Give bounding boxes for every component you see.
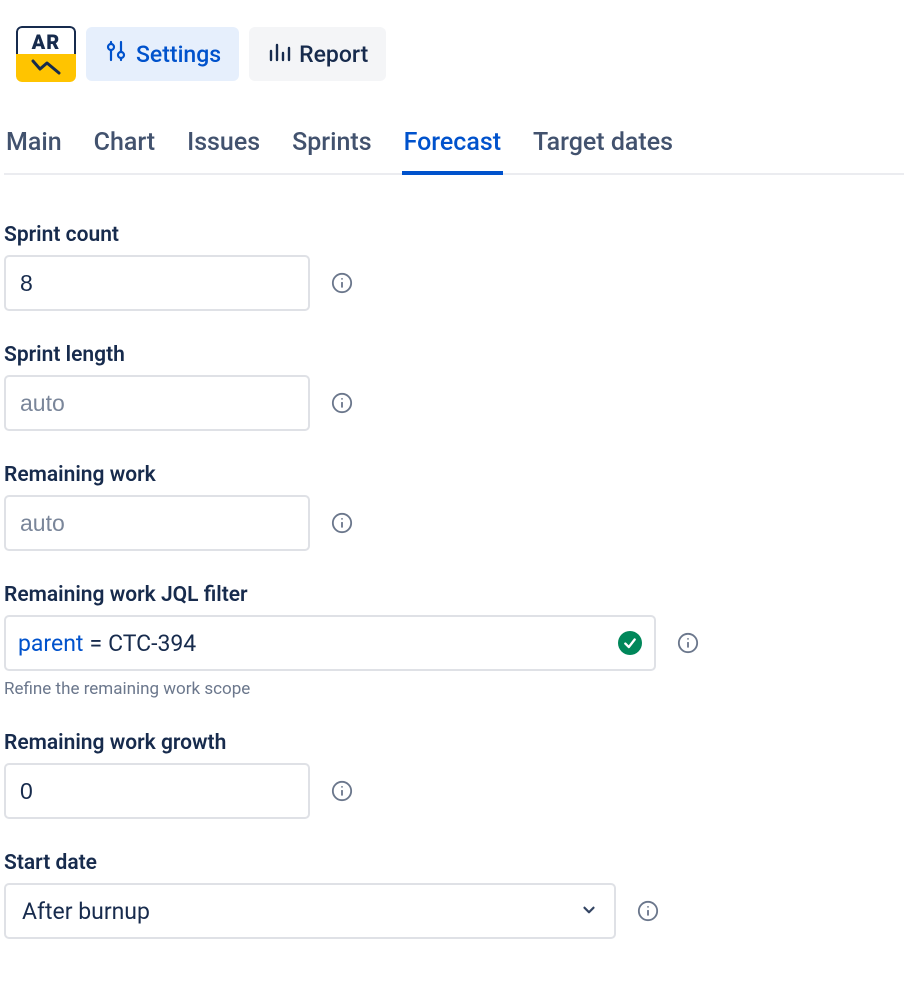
info-icon[interactable] [636,899,660,923]
tab-forecast[interactable]: Forecast [402,120,503,173]
settings-icon [104,39,128,69]
growth-label: Remaining work growth [4,731,904,755]
bar-chart-icon [267,39,291,69]
jql-filter-label: Remaining work JQL filter [4,583,904,607]
sprint-length-label: Sprint length [4,343,904,367]
settings-button[interactable]: Settings [86,27,239,81]
info-icon[interactable] [676,631,700,655]
settings-label: Settings [136,41,221,68]
jql-eq: = [89,630,102,657]
app-logo: AR [16,26,76,82]
info-icon[interactable] [330,779,354,803]
sprint-count-input[interactable] [4,255,310,311]
start-date-label: Start date [4,851,904,875]
info-icon[interactable] [330,271,354,295]
field-remaining-work-growth: Remaining work growth [4,731,904,819]
remaining-work-label: Remaining work [4,463,904,487]
forecast-form: Sprint count Sprint length Remaining wor… [4,223,904,939]
tab-bar: Main Chart Issues Sprints Forecast Targe… [4,120,904,175]
jql-value: CTC-394 [108,630,196,657]
sprint-length-input[interactable] [4,375,310,431]
field-sprint-count: Sprint count [4,223,904,311]
report-label: Report [299,41,368,68]
field-remaining-work: Remaining work [4,463,904,551]
jql-key: parent [18,630,83,657]
field-start-date: Start date After burnup [4,851,904,939]
report-button[interactable]: Report [249,27,386,81]
info-icon[interactable] [330,391,354,415]
sprint-count-label: Sprint count [4,223,904,247]
tab-sprints[interactable]: Sprints [290,120,374,173]
start-date-select[interactable]: After burnup [4,883,616,939]
jql-helper-text: Refine the remaining work scope [4,679,904,699]
tab-target-dates[interactable]: Target dates [531,120,675,173]
info-icon[interactable] [330,511,354,535]
tab-main[interactable]: Main [4,120,64,173]
check-circle-icon [618,631,642,655]
app-logo-text: AR [16,26,76,54]
field-jql-filter: Remaining work JQL filter parent = CTC-3… [4,583,904,699]
toolbar: AR Settings Report [4,16,904,92]
start-date-value: After burnup [22,898,150,925]
field-sprint-length: Sprint length [4,343,904,431]
app-logo-icon [16,54,76,82]
chevron-down-icon [580,898,598,925]
remaining-work-input[interactable] [4,495,310,551]
growth-input[interactable] [4,763,310,819]
tab-issues[interactable]: Issues [185,120,262,173]
tab-chart[interactable]: Chart [92,120,157,173]
jql-filter-input[interactable]: parent = CTC-394 [4,615,656,671]
